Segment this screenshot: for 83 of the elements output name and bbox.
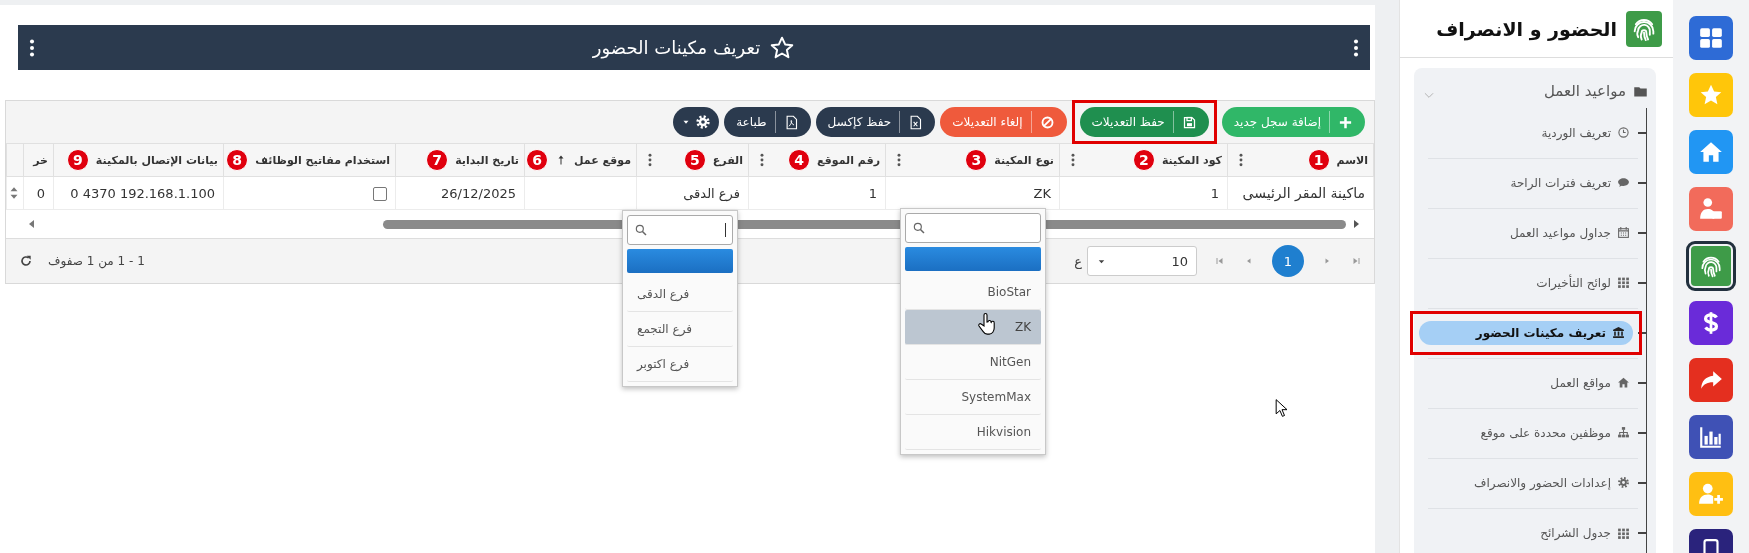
sidebar-item[interactable]: تعريف الوردية <box>1428 120 1638 145</box>
settings-button[interactable] <box>673 107 720 137</box>
sidebar-item[interactable]: موظفين محددة على موقع <box>1428 420 1638 445</box>
spreadsheet-icon <box>908 114 924 130</box>
sidebar-item[interactable]: تعريف فترات الراحة <box>1428 170 1638 195</box>
column-header[interactable]: كود المكينة <box>1161 153 1222 167</box>
row-count: 1 - 1 من 1 صفوف <box>48 254 145 268</box>
group-title: مواعيد العمل <box>1543 82 1626 100</box>
step-badge: 6 <box>526 149 549 171</box>
first-page-icon[interactable] <box>1214 255 1226 267</box>
home-icon <box>1617 376 1630 389</box>
column-header[interactable]: موقع عمل <box>574 153 631 167</box>
dropdown-option[interactable]: ZK <box>905 310 1041 345</box>
step-badge: 2 <box>1132 149 1155 171</box>
table-cell: 0 4370 192.168.1.100 <box>70 185 215 201</box>
star-icon[interactable] <box>769 34 796 61</box>
column-header[interactable]: بيانات الإتصال بالمكينة <box>95 153 218 167</box>
add-user-icon <box>1698 481 1724 507</box>
table-cell: 1 <box>1210 185 1219 201</box>
toolbar-button[interactable]: حفظ التعديلات <box>1079 107 1209 137</box>
grid-icon <box>1617 526 1630 540</box>
comment-icon <box>1617 176 1630 189</box>
sitemap-icon <box>1617 426 1630 439</box>
dropdown-option[interactable]: فرع اكتوبر <box>627 347 733 382</box>
search-icon <box>912 221 926 235</box>
sidebar-item[interactable]: جداول مواعيد العمل <box>1428 220 1638 245</box>
refresh-icon[interactable] <box>18 253 34 269</box>
column-header[interactable]: تاريخ البداية <box>455 153 519 167</box>
sidebar-item[interactable]: لوائح التأخيرات <box>1428 270 1638 295</box>
gear-icon <box>1617 476 1630 489</box>
table-cell: 26/12/2025 <box>441 185 516 201</box>
search-field[interactable] <box>627 215 733 245</box>
column-header[interactable]: استخدام مفاتيح الوظائف <box>255 153 390 167</box>
column-header[interactable]: الفرع <box>712 153 743 167</box>
column-header[interactable]: نوع المكينة <box>994 153 1054 167</box>
sidebar-item[interactable]: إعدادات الحضور والانصراف <box>1428 470 1638 495</box>
grid-icon <box>1617 276 1630 289</box>
bank-icon <box>1612 326 1625 339</box>
app-button[interactable] <box>1689 415 1733 459</box>
step-badge: 4 <box>788 149 811 171</box>
bar-chart-icon <box>1698 424 1724 450</box>
clock-icon <box>1617 126 1630 139</box>
table-cell: 0 <box>36 185 45 201</box>
checkbox[interactable] <box>373 186 387 201</box>
dropdown-option[interactable]: NitGen <box>905 345 1041 380</box>
page-title: تعريف مكينات الحضور <box>592 37 761 58</box>
column-header[interactable]: خر <box>33 153 48 167</box>
step-badge: 3 <box>965 149 988 171</box>
sidebar-item[interactable]: جدول الشرائح <box>1428 521 1638 545</box>
toolbar-button[interactable]: طباعة <box>724 107 811 137</box>
sidebar-item[interactable]: مواقع العمل <box>1428 370 1638 395</box>
step-badge: 8 <box>226 149 249 171</box>
person-briefcase-icon <box>1698 196 1724 222</box>
app-button[interactable] <box>1689 301 1733 345</box>
page-size-select[interactable]: 10 <box>1087 246 1197 276</box>
app-title: الحضور و الانصراف <box>1436 17 1617 40</box>
search-icon <box>634 223 648 237</box>
dashboard-icon <box>1698 25 1724 51</box>
sidebar-item[interactable]: تعريف مكينات الحضور <box>1419 320 1633 345</box>
gear-icon <box>695 114 712 130</box>
ban-icon <box>1039 114 1055 130</box>
step-badge: 7 <box>426 149 449 171</box>
column-header[interactable]: رقم الموقع <box>817 153 880 167</box>
pdf-icon <box>783 114 799 130</box>
dropdown-option[interactable]: فرع التجمع <box>627 312 733 347</box>
table-cell: فرع الدقى <box>683 185 740 201</box>
plus-icon <box>1338 114 1353 130</box>
page-button[interactable]: 1 <box>1272 245 1304 277</box>
table-cell: ماكينة المقر الرئيسى <box>1242 185 1365 201</box>
column-header[interactable]: الاسم <box>1336 153 1368 167</box>
toolbar-button[interactable]: حفظ كإكسل <box>815 107 936 137</box>
page-size-label: ع <box>1074 253 1082 269</box>
search-field[interactable] <box>905 213 1041 243</box>
table-cell: ZK <box>1033 185 1051 201</box>
dropdown-option[interactable]: فرع الدقى <box>627 277 733 312</box>
app-button[interactable] <box>1686 241 1736 291</box>
dropdown-option[interactable]: SystemMax <box>905 380 1041 415</box>
calendar-icon <box>1617 226 1630 239</box>
table-cell: 1 <box>868 185 877 201</box>
step-badge: 9 <box>66 149 89 171</box>
step-badge: 5 <box>683 149 706 171</box>
step-badge: 1 <box>1307 149 1330 171</box>
dropdown-option[interactable]: Hikvision <box>905 415 1041 450</box>
